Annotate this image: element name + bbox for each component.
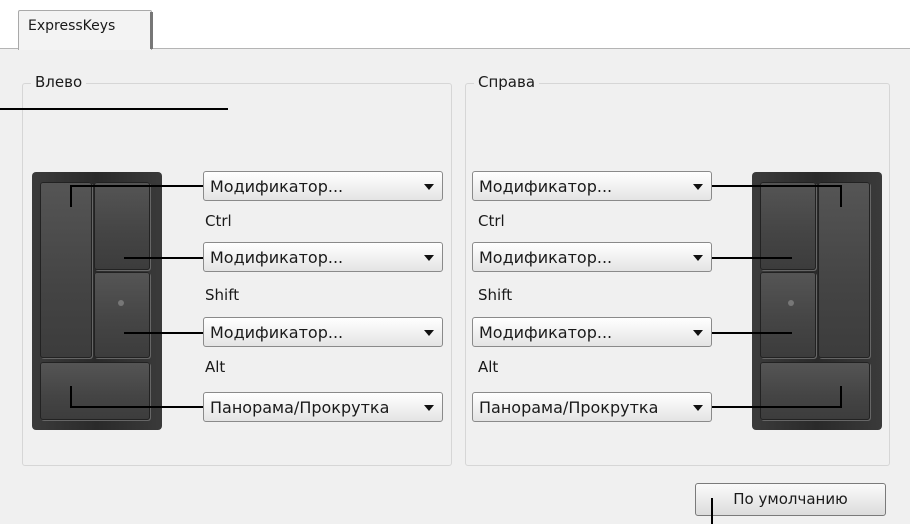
right-expresskeys-image bbox=[752, 172, 882, 430]
right-connector-1-tick bbox=[840, 185, 842, 207]
right-key-shift bbox=[760, 272, 816, 358]
right-dropdown-4[interactable]: Панорама/Прокрутка bbox=[472, 392, 712, 422]
left-dropdown-4[interactable]: Панорама/Прокрутка bbox=[203, 392, 443, 422]
left-modifier-label-2: Shift bbox=[205, 286, 240, 304]
right-dropdown-2[interactable]: Модификатор... bbox=[472, 242, 712, 272]
right-group-title: Справа bbox=[474, 73, 540, 91]
chevron-down-icon bbox=[693, 330, 703, 336]
default-button[interactable]: По умолчанию bbox=[695, 483, 886, 516]
right-connector-4-tick bbox=[840, 386, 842, 408]
left-modifier-label-1: Ctrl bbox=[205, 212, 232, 230]
left-key-dot bbox=[118, 300, 124, 306]
chevron-down-icon bbox=[424, 405, 434, 411]
left-connector-3 bbox=[124, 332, 203, 334]
right-modifier-label-2: Shift bbox=[478, 286, 513, 304]
left-group-title: Влево bbox=[31, 73, 87, 91]
chevron-down-icon bbox=[424, 330, 434, 336]
right-connector-2 bbox=[712, 257, 792, 259]
chevron-down-icon bbox=[693, 184, 703, 190]
left-key-top bbox=[40, 182, 92, 358]
chevron-down-icon bbox=[693, 255, 703, 261]
left-expresskeys-image bbox=[32, 172, 162, 430]
chevron-down-icon bbox=[693, 405, 703, 411]
left-modifier-label-3: Alt bbox=[205, 358, 226, 376]
callout-line-bottom bbox=[711, 498, 713, 524]
left-connector-1-tick bbox=[70, 185, 72, 207]
right-key-top bbox=[818, 182, 870, 358]
right-connector-4 bbox=[712, 406, 842, 408]
right-modifier-label-1: Ctrl bbox=[478, 212, 505, 230]
left-key-shift bbox=[94, 272, 150, 358]
chevron-down-icon bbox=[424, 184, 434, 190]
tab-divider bbox=[150, 12, 153, 49]
tab-label: ExpressKeys bbox=[28, 18, 116, 34]
right-connector-3 bbox=[712, 332, 792, 334]
callout-line-top-left bbox=[0, 108, 228, 110]
right-key-dot bbox=[788, 300, 794, 306]
right-key-alt bbox=[760, 362, 870, 420]
left-key-alt bbox=[40, 362, 150, 420]
chevron-down-icon bbox=[424, 255, 434, 261]
left-connector-1 bbox=[70, 185, 203, 187]
right-connector-1 bbox=[712, 185, 842, 187]
left-dropdown-3[interactable]: Модификатор... bbox=[203, 317, 443, 347]
right-dropdown-1[interactable]: Модификатор... bbox=[472, 171, 712, 201]
right-modifier-label-3: Alt bbox=[478, 358, 499, 376]
left-dropdown-2[interactable]: Модификатор... bbox=[203, 242, 443, 272]
left-connector-4-tick bbox=[70, 386, 72, 408]
left-connector-2 bbox=[124, 257, 203, 259]
left-connector-4 bbox=[70, 406, 203, 408]
right-dropdown-3[interactable]: Модификатор... bbox=[472, 317, 712, 347]
tab-expresskeys[interactable]: ExpressKeys bbox=[18, 10, 152, 50]
left-dropdown-1[interactable]: Модификатор... bbox=[203, 171, 443, 201]
